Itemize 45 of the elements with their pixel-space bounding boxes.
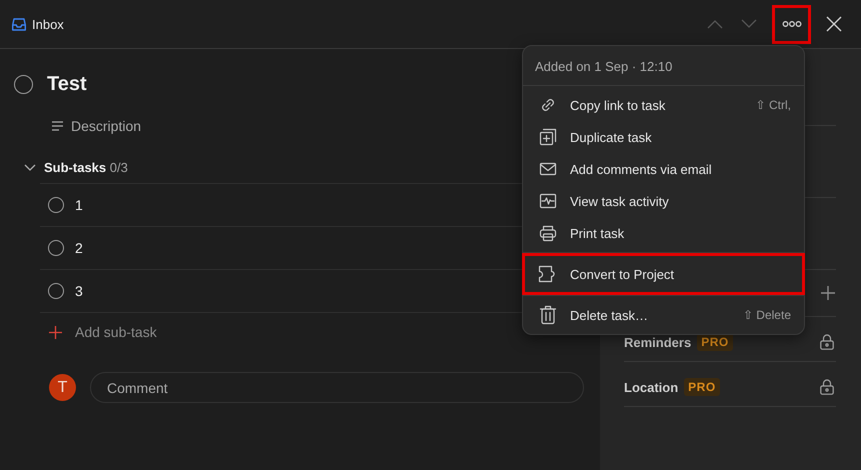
duplicate-icon [539, 128, 557, 146]
comment-field[interactable]: Comment [90, 372, 584, 403]
checkbox[interactable] [48, 283, 64, 299]
lock-icon[interactable] [820, 379, 834, 395]
subtask-title: 2 [75, 240, 83, 256]
menu-item[interactable]: Convert to Project [523, 254, 804, 294]
menu-item[interactable]: Duplicate task [523, 121, 804, 153]
link-icon [539, 96, 557, 114]
description-field[interactable]: Description [71, 118, 142, 134]
subtasks-heading: Sub-tasks 0/3 [44, 160, 128, 174]
trash-icon [539, 305, 557, 325]
description-icon [52, 121, 63, 131]
project-name[interactable]: Inbox [32, 16, 64, 32]
shortcut-hint: ⇧ Ctrl, [756, 98, 791, 112]
chevron-up-icon [707, 19, 723, 29]
checkbox[interactable] [14, 74, 33, 94]
plus-icon[interactable] [49, 326, 62, 338]
add-subtask-link[interactable]: Add sub-task [75, 324, 157, 340]
menu-item[interactable]: View task activity [523, 185, 804, 217]
activity-icon [539, 192, 557, 210]
chevron-down-icon [741, 19, 757, 29]
field-label: Location [624, 380, 678, 394]
subtask-title: 1 [75, 197, 83, 213]
printer-icon [539, 224, 557, 242]
menu-item[interactable]: Copy link to task ⇧ Ctrl, [523, 89, 804, 121]
menu-item[interactable]: Add comments via email [523, 153, 804, 185]
menu-item[interactable]: Print task [523, 217, 804, 249]
added-date: Added on 1 Sep · 12:10 [523, 46, 804, 86]
menu-item[interactable]: Delete task… ⇧ Delete [523, 299, 804, 331]
checkbox[interactable] [48, 240, 64, 256]
plus-icon[interactable] [821, 286, 835, 300]
more-icon [782, 20, 802, 28]
user-avatar: T [49, 374, 76, 401]
task-title[interactable]: Test [47, 72, 87, 96]
checkbox[interactable] [48, 197, 64, 213]
close-icon [826, 16, 842, 32]
inbox-icon [12, 18, 26, 30]
envelope-icon [539, 160, 557, 178]
chevron-icon[interactable] [24, 164, 36, 170]
subtask-title: 3 [75, 283, 83, 299]
field-label: Reminders [624, 334, 692, 350]
more-button[interactable] [774, 6, 809, 42]
lock-icon[interactable] [820, 334, 834, 350]
shortcut-hint: ⇧ Delete [742, 308, 791, 322]
pro-tag: PRO [684, 378, 720, 396]
